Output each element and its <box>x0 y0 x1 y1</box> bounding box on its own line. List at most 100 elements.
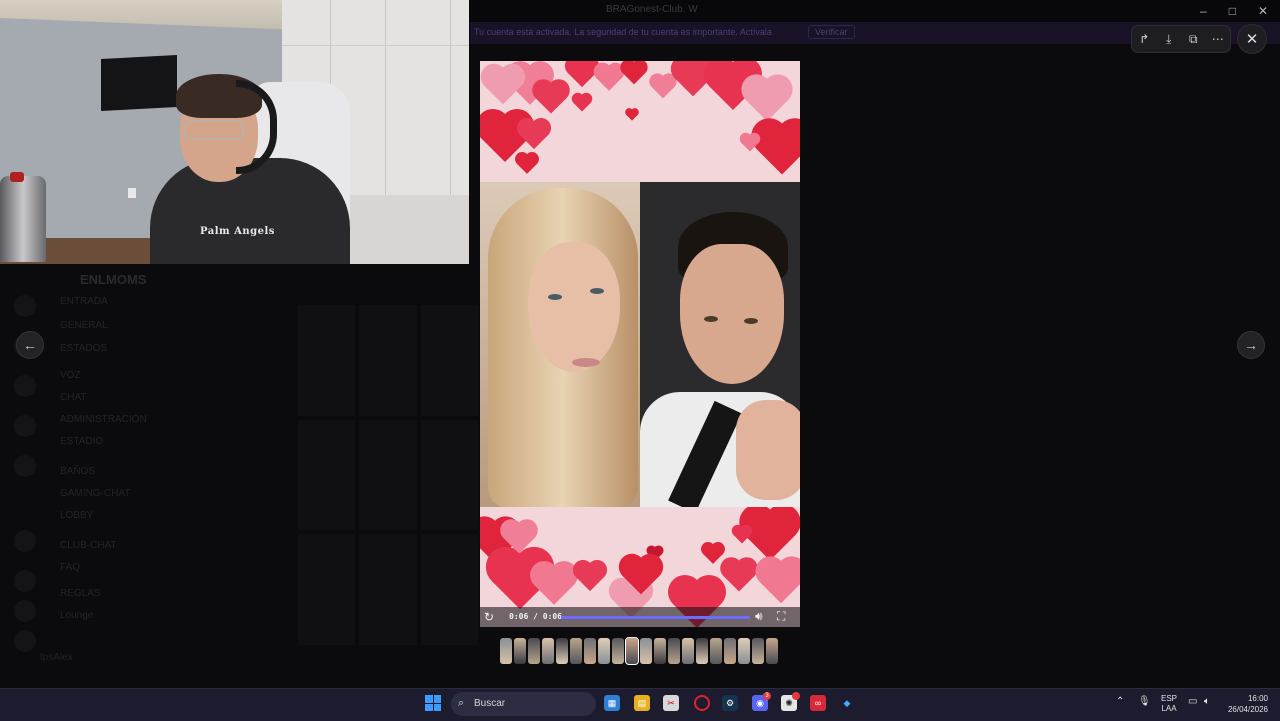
download-icon[interactable]: ⤓ <box>1159 29 1179 49</box>
heart-icon <box>745 78 789 122</box>
volume-icon[interactable]: 🔊︎ <box>755 609 763 624</box>
kettle-lid <box>10 172 24 182</box>
dev-app-icon[interactable]: ◆ <box>839 695 855 711</box>
webcam-tv <box>101 55 177 111</box>
photo-boy <box>640 182 800 507</box>
media-thumbnail[interactable] <box>752 638 764 664</box>
hoodie-print: Palm Angels <box>200 226 275 237</box>
channel-item[interactable]: ESTADIO <box>60 436 103 447</box>
opera-icon[interactable] <box>694 695 710 711</box>
server-icon[interactable] <box>14 530 36 552</box>
media-thumbnail[interactable] <box>612 638 624 664</box>
media-thumbnail[interactable] <box>724 638 736 664</box>
heart-icon <box>759 560 800 604</box>
boy-face <box>680 244 784 384</box>
windows-start-icon[interactable] <box>425 695 441 711</box>
media-thumbnail[interactable] <box>500 638 512 664</box>
channel-item[interactable]: LOBBY <box>60 510 93 521</box>
heart-icon <box>519 120 549 150</box>
media-thumbnail[interactable] <box>625 637 639 665</box>
replay-icon[interactable]: ↻ <box>484 610 494 624</box>
server-icon[interactable] <box>14 600 36 622</box>
wardrobe-shelf <box>282 45 469 46</box>
microphone-icon[interactable]: 🎙︎ <box>1138 696 1151 707</box>
boy-eye <box>704 316 718 322</box>
heart-icon <box>622 61 646 85</box>
server-icon[interactable] <box>14 630 36 652</box>
current-user[interactable]: tpsAlex <box>40 652 73 663</box>
media-thumbnail[interactable] <box>738 638 750 664</box>
media-thumbnail[interactable] <box>682 638 694 664</box>
discord-badge: 3 <box>763 692 771 700</box>
channel-item[interactable]: CHAT <box>60 392 86 403</box>
language-line2: LAA <box>1161 704 1177 713</box>
channel-item[interactable]: CLUB-CHAT <box>60 540 116 551</box>
file-explorer-icon[interactable]: ▤ <box>634 695 650 711</box>
snipping-tool-icon[interactable]: ✂ <box>663 695 679 711</box>
video-player[interactable] <box>480 61 800 627</box>
capcut-icon[interactable]: ∞ <box>810 695 826 711</box>
channel-item[interactable]: Lounge <box>60 610 93 621</box>
heart-icon <box>626 109 638 121</box>
arrow-right-icon[interactable]: → <box>1237 331 1265 359</box>
channel-item[interactable]: VOZ <box>60 370 81 381</box>
server-icon[interactable] <box>14 375 36 397</box>
media-thumbnail[interactable] <box>556 638 568 664</box>
media-thumbnail[interactable] <box>598 638 610 664</box>
arrow-left-icon[interactable]: ← <box>16 331 44 359</box>
maximize-button[interactable]: □ <box>1229 4 1236 18</box>
channel-item[interactable]: GAMING-CHAT <box>60 488 130 499</box>
speaker-icon[interactable]: 🔈︎ <box>1204 696 1210 707</box>
girl-eye <box>548 294 562 300</box>
video-progress-bar[interactable] <box>561 616 750 619</box>
forward-icon[interactable]: ↱ <box>1134 29 1154 49</box>
channel-item[interactable]: BAÑOS <box>60 466 95 477</box>
network-icon[interactable]: ▭ <box>1188 696 1197 707</box>
webcam-overlay: Palm Angels <box>0 0 469 264</box>
search-icon: ⌕ <box>458 697 465 709</box>
chevron-up-icon[interactable]: ⌃ <box>1116 696 1124 707</box>
steam-icon[interactable]: ⚙ <box>722 695 738 711</box>
heart-icon <box>534 565 574 605</box>
channel-item[interactable]: REGLAS <box>60 588 101 599</box>
banner-verify-button[interactable]: Verificar <box>808 25 855 39</box>
channel-item[interactable]: GENERAL <box>60 320 108 331</box>
media-thumbnail[interactable] <box>528 638 540 664</box>
heart-icon <box>703 544 723 564</box>
media-thumbnail[interactable] <box>696 638 708 664</box>
open-external-icon[interactable]: ⧉ <box>1183 29 1203 49</box>
channel-item[interactable]: ENTRADA <box>60 296 108 307</box>
media-thumbnail[interactable] <box>654 638 666 664</box>
media-thumbnail[interactable] <box>710 638 722 664</box>
more-icon[interactable]: ⋯ <box>1208 29 1228 49</box>
language-indicator[interactable]: ESP LAA <box>1161 694 1177 714</box>
media-thumbnail[interactable] <box>514 638 526 664</box>
server-icon[interactable] <box>14 415 36 437</box>
heart-icon <box>484 67 522 105</box>
close-icon[interactable]: ✕ <box>1237 24 1267 54</box>
widgets-app-icon[interactable]: ▦ <box>604 695 620 711</box>
server-list <box>6 265 40 685</box>
media-thumbnail[interactable] <box>766 638 778 664</box>
heart-icon <box>651 75 675 99</box>
server-icon[interactable] <box>14 295 36 317</box>
channel-item[interactable]: FAQ <box>60 562 80 573</box>
media-thumbnail[interactable] <box>640 638 652 664</box>
media-thumbnail[interactable] <box>668 638 680 664</box>
minimize-button[interactable]: – <box>1200 4 1207 18</box>
server-icon[interactable] <box>14 455 36 477</box>
window-close-button[interactable]: ✕ <box>1258 4 1268 18</box>
channel-item[interactable]: ADMINISTRACION <box>60 414 147 425</box>
media-thumbnail[interactable] <box>570 638 582 664</box>
taskbar-search-input[interactable] <box>451 692 596 716</box>
video-time: 0:06 / 0:06 <box>509 612 562 621</box>
language-line1: ESP <box>1161 694 1178 703</box>
server-icon[interactable] <box>14 570 36 592</box>
system-clock[interactable]: 16:00 26/04/2026 <box>1218 693 1268 715</box>
channel-item[interactable]: ESTADOS <box>60 343 107 354</box>
webcam-kettle <box>0 176 46 262</box>
media-thumbnail[interactable] <box>584 638 596 664</box>
media-thumbnail[interactable] <box>542 638 554 664</box>
fullscreen-icon[interactable]: ⛶ <box>777 609 785 624</box>
photo-girl <box>480 182 640 507</box>
